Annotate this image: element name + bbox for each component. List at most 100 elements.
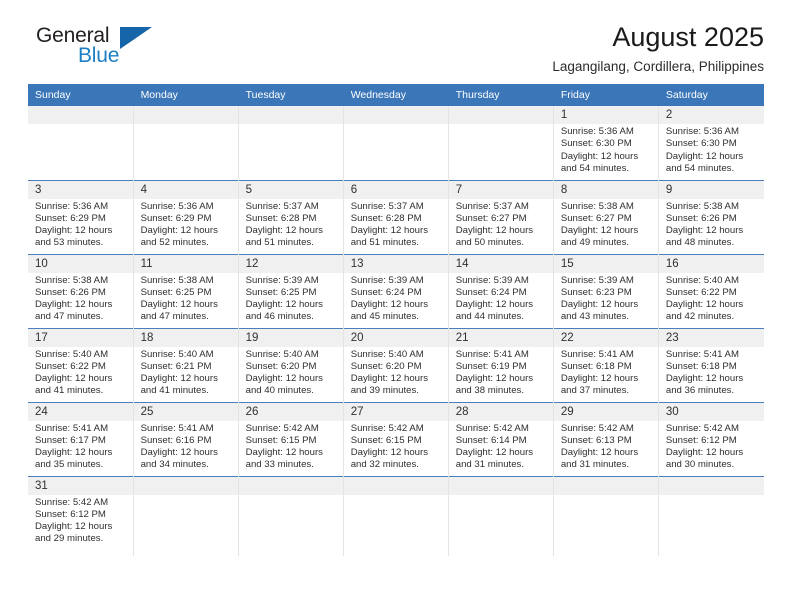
calendar-day-cell[interactable]: 1 Sunrise: 5:36 AM Sunset: 6:30 PM Daylight… <box>553 106 659 180</box>
detail-sunrise-text: Sunrise: 5:41 AM <box>560 348 634 360</box>
calendar-day-cell[interactable]: 19 Sunrise: 5:40 AM Sunset: 6:20 PM Dayligh… <box>238 327 344 402</box>
day-cell-inner: 1 Sunrise: 5:36 AM Sunset: 6:30 PM Daylight… <box>553 106 658 180</box>
calendar-day-cell[interactable]: 3 Sunrise: 5:36 AM Sunset: 6:29 PM Daylight… <box>28 179 134 254</box>
day-cell-inner: 18 Sunrise: 5:40 AM Sunset: 6:21 PM Dayligh… <box>133 328 238 402</box>
calendar-day-cell[interactable]: 6 Sunrise: 5:37 AM Sunset: 6:28 PM Daylight… <box>343 179 449 254</box>
calendar-day-cell[interactable]: 17 Sunrise: 5:40 AM Sunset: 6:22 PM Dayligh… <box>28 327 134 402</box>
day-cell-inner: 2 Sunrise: 5:36 AM Sunset: 6:30 PM Daylight… <box>658 106 764 180</box>
detail-daylight-1-text: Daylight: 12 hours <box>560 150 639 162</box>
calendar-day-cell[interactable]: 15 Sunrise: 5:39 AM Sunset: 6:23 PM Dayligh… <box>553 253 659 328</box>
calendar-day-cell[interactable]: 21 Sunrise: 5:41 AM Sunset: 6:19 PM Dayligh… <box>448 327 554 402</box>
calendar-day-cell[interactable]: 18 Sunrise: 5:40 AM Sunset: 6:21 PM Dayligh… <box>133 327 239 402</box>
detail-daylight-1-text: Daylight: 12 hours <box>350 447 429 459</box>
calendar-week-row: 17 Sunrise: 5:40 AM Sunset: 6:22 PM Dayligh… <box>28 327 764 402</box>
day-cell-inner <box>448 106 553 180</box>
detail-sunrise-text: Sunrise: 5:40 AM <box>35 348 109 360</box>
day-cell-inner: 4 Sunrise: 5:36 AM Sunset: 6:29 PM Daylight… <box>133 180 238 254</box>
detail-sunset-text: Sunset: 6:18 PM <box>665 360 737 372</box>
detail-daylight-1-text: Daylight: 12 hours <box>140 373 218 385</box>
calendar-day-cell[interactable]: 2 Sunrise: 5:36 AM Sunset: 6:30 PM Daylight… <box>658 106 764 180</box>
detail-sunrise-text: Sunrise: 5:42 AM <box>560 422 634 434</box>
detail-daylight-1-text: Daylight: 12 hours <box>560 447 639 459</box>
calendar-day-cell[interactable]: 27 Sunrise: 5:42 AM Sunset: 6:15 PM Dayligh… <box>343 401 449 476</box>
calendar-day-cell[interactable]: 9 Sunrise: 5:38 AM Sunset: 6:26 PM Daylight… <box>658 179 764 254</box>
day-number: 7 <box>448 180 553 199</box>
detail-sunset-text: Sunset: 6:29 PM <box>140 212 212 224</box>
calendar-day-cell[interactable]: 14 Sunrise: 5:39 AM Sunset: 6:24 PM Dayligh… <box>448 253 554 328</box>
day-cell-inner <box>28 106 133 180</box>
calendar-day-cell[interactable]: 12 Sunrise: 5:39 AM Sunset: 6:25 PM Dayligh… <box>238 253 344 328</box>
day-number: 24 <box>28 402 133 421</box>
detail-daylight-1-text: Daylight: 12 hours <box>455 373 534 385</box>
detail-sunset-text: Sunset: 6:24 PM <box>350 286 422 298</box>
day-cell-inner: 31 Sunrise: 5:42 AM Sunset: 6:12 PM Dayligh… <box>28 476 133 557</box>
detail-daylight-1-text: Daylight: 12 hours <box>350 299 429 311</box>
day-number <box>448 106 553 124</box>
detail-sunset-text: Sunset: 6:14 PM <box>455 434 527 446</box>
day-number <box>343 106 448 124</box>
detail-daylight-2-text: and 30 minutes. <box>665 459 735 471</box>
day-number <box>28 106 133 124</box>
day-cell-inner: 29 Sunrise: 5:42 AM Sunset: 6:13 PM Dayligh… <box>553 402 658 476</box>
calendar-day-cell[interactable]: 8 Sunrise: 5:38 AM Sunset: 6:27 PM Daylight… <box>553 179 659 254</box>
day-number: 9 <box>658 180 764 199</box>
detail-daylight-2-text: and 40 minutes. <box>245 385 314 397</box>
detail-sunset-text: Sunset: 6:30 PM <box>665 138 737 150</box>
calendar-empty-cell <box>238 475 344 556</box>
day-cell-inner: 7 Sunrise: 5:37 AM Sunset: 6:27 PM Daylight… <box>448 180 553 254</box>
day-number: 20 <box>343 328 448 347</box>
day-number: 16 <box>658 254 764 273</box>
general-blue-logo[interactable]: General Blue <box>28 22 178 74</box>
calendar-day-cell[interactable]: 24 Sunrise: 5:41 AM Sunset: 6:17 PM Dayligh… <box>28 401 134 476</box>
day-number: 30 <box>658 402 764 421</box>
calendar-day-cell[interactable]: 31 Sunrise: 5:42 AM Sunset: 6:12 PM Dayligh… <box>28 475 134 557</box>
calendar-day-cell[interactable]: 26 Sunrise: 5:42 AM Sunset: 6:15 PM Dayligh… <box>238 401 344 476</box>
calendar-day-cell[interactable]: 16 Sunrise: 5:40 AM Sunset: 6:22 PM Dayligh… <box>658 253 764 328</box>
day-details: Sunrise: 5:37 AM Sunset: 6:28 PM Daylight:… <box>344 199 448 250</box>
detail-daylight-2-text: and 41 minutes. <box>35 385 104 397</box>
calendar-day-cell[interactable]: 28 Sunrise: 5:42 AM Sunset: 6:14 PM Dayligh… <box>448 401 554 476</box>
calendar-day-cell[interactable]: 29 Sunrise: 5:42 AM Sunset: 6:13 PM Dayligh… <box>553 401 659 476</box>
calendar-empty-cell <box>238 106 344 180</box>
day-cell-inner: 5 Sunrise: 5:37 AM Sunset: 6:28 PM Daylight… <box>238 180 343 254</box>
day-details <box>134 495 238 497</box>
day-details: Sunrise: 5:36 AM Sunset: 6:30 PM Daylight:… <box>554 124 658 175</box>
calendar-day-cell[interactable]: 10 Sunrise: 5:38 AM Sunset: 6:26 PM Dayligh… <box>28 253 134 328</box>
detail-sunset-text: Sunset: 6:18 PM <box>560 360 632 372</box>
calendar-day-cell[interactable]: 20 Sunrise: 5:40 AM Sunset: 6:20 PM Dayligh… <box>343 327 449 402</box>
detail-daylight-1-text: Daylight: 12 hours <box>35 447 113 459</box>
calendar-day-cell[interactable]: 30 Sunrise: 5:42 AM Sunset: 6:12 PM Dayligh… <box>658 401 764 476</box>
calendar-week-row: 3 Sunrise: 5:36 AM Sunset: 6:29 PM Daylight… <box>28 179 764 254</box>
calendar-day-cell[interactable]: 4 Sunrise: 5:36 AM Sunset: 6:29 PM Daylight… <box>133 179 239 254</box>
day-details: Sunrise: 5:40 AM Sunset: 6:20 PM Daylight:… <box>239 347 343 398</box>
calendar-day-cell[interactable]: 13 Sunrise: 5:39 AM Sunset: 6:24 PM Dayligh… <box>343 253 449 328</box>
day-cell-inner: 6 Sunrise: 5:37 AM Sunset: 6:28 PM Daylight… <box>343 180 448 254</box>
calendar-day-cell[interactable]: 7 Sunrise: 5:37 AM Sunset: 6:27 PM Daylight… <box>448 179 554 254</box>
calendar-day-cell[interactable]: 22 Sunrise: 5:41 AM Sunset: 6:18 PM Dayligh… <box>553 327 659 402</box>
calendar-day-cell[interactable]: 11 Sunrise: 5:38 AM Sunset: 6:25 PM Dayligh… <box>133 253 239 328</box>
day-details: Sunrise: 5:42 AM Sunset: 6:12 PM Daylight:… <box>659 421 764 472</box>
day-details: Sunrise: 5:42 AM Sunset: 6:12 PM Daylight:… <box>28 495 133 546</box>
detail-sunset-text: Sunset: 6:21 PM <box>140 360 212 372</box>
day-details: Sunrise: 5:39 AM Sunset: 6:24 PM Daylight:… <box>449 273 553 324</box>
detail-sunset-text: Sunset: 6:26 PM <box>35 286 106 298</box>
detail-daylight-1-text: Daylight: 12 hours <box>245 299 323 311</box>
detail-sunset-text: Sunset: 6:25 PM <box>140 286 212 298</box>
detail-daylight-2-text: and 35 minutes. <box>35 459 104 471</box>
day-number: 4 <box>133 180 238 199</box>
day-cell-inner: 14 Sunrise: 5:39 AM Sunset: 6:24 PM Dayligh… <box>448 254 553 328</box>
day-details: Sunrise: 5:38 AM Sunset: 6:27 PM Daylight:… <box>554 199 658 250</box>
day-details: Sunrise: 5:39 AM Sunset: 6:25 PM Daylight:… <box>239 273 343 324</box>
calendar-day-cell[interactable]: 25 Sunrise: 5:41 AM Sunset: 6:16 PM Dayligh… <box>133 401 239 476</box>
day-cell-inner: 19 Sunrise: 5:40 AM Sunset: 6:20 PM Dayligh… <box>238 328 343 402</box>
detail-sunrise-text: Sunrise: 5:38 AM <box>140 274 214 286</box>
calendar-empty-cell <box>343 475 449 556</box>
calendar-day-cell[interactable]: 5 Sunrise: 5:37 AM Sunset: 6:28 PM Daylight… <box>238 179 344 254</box>
calendar-day-cell[interactable]: 23 Sunrise: 5:41 AM Sunset: 6:18 PM Dayligh… <box>658 327 764 402</box>
day-number: 14 <box>448 254 553 273</box>
detail-sunset-text: Sunset: 6:29 PM <box>35 212 106 224</box>
day-details: Sunrise: 5:41 AM Sunset: 6:17 PM Daylight:… <box>28 421 133 472</box>
detail-daylight-1-text: Daylight: 12 hours <box>665 447 744 459</box>
day-cell-inner: 27 Sunrise: 5:42 AM Sunset: 6:15 PM Dayligh… <box>343 402 448 476</box>
day-number: 27 <box>343 402 448 421</box>
